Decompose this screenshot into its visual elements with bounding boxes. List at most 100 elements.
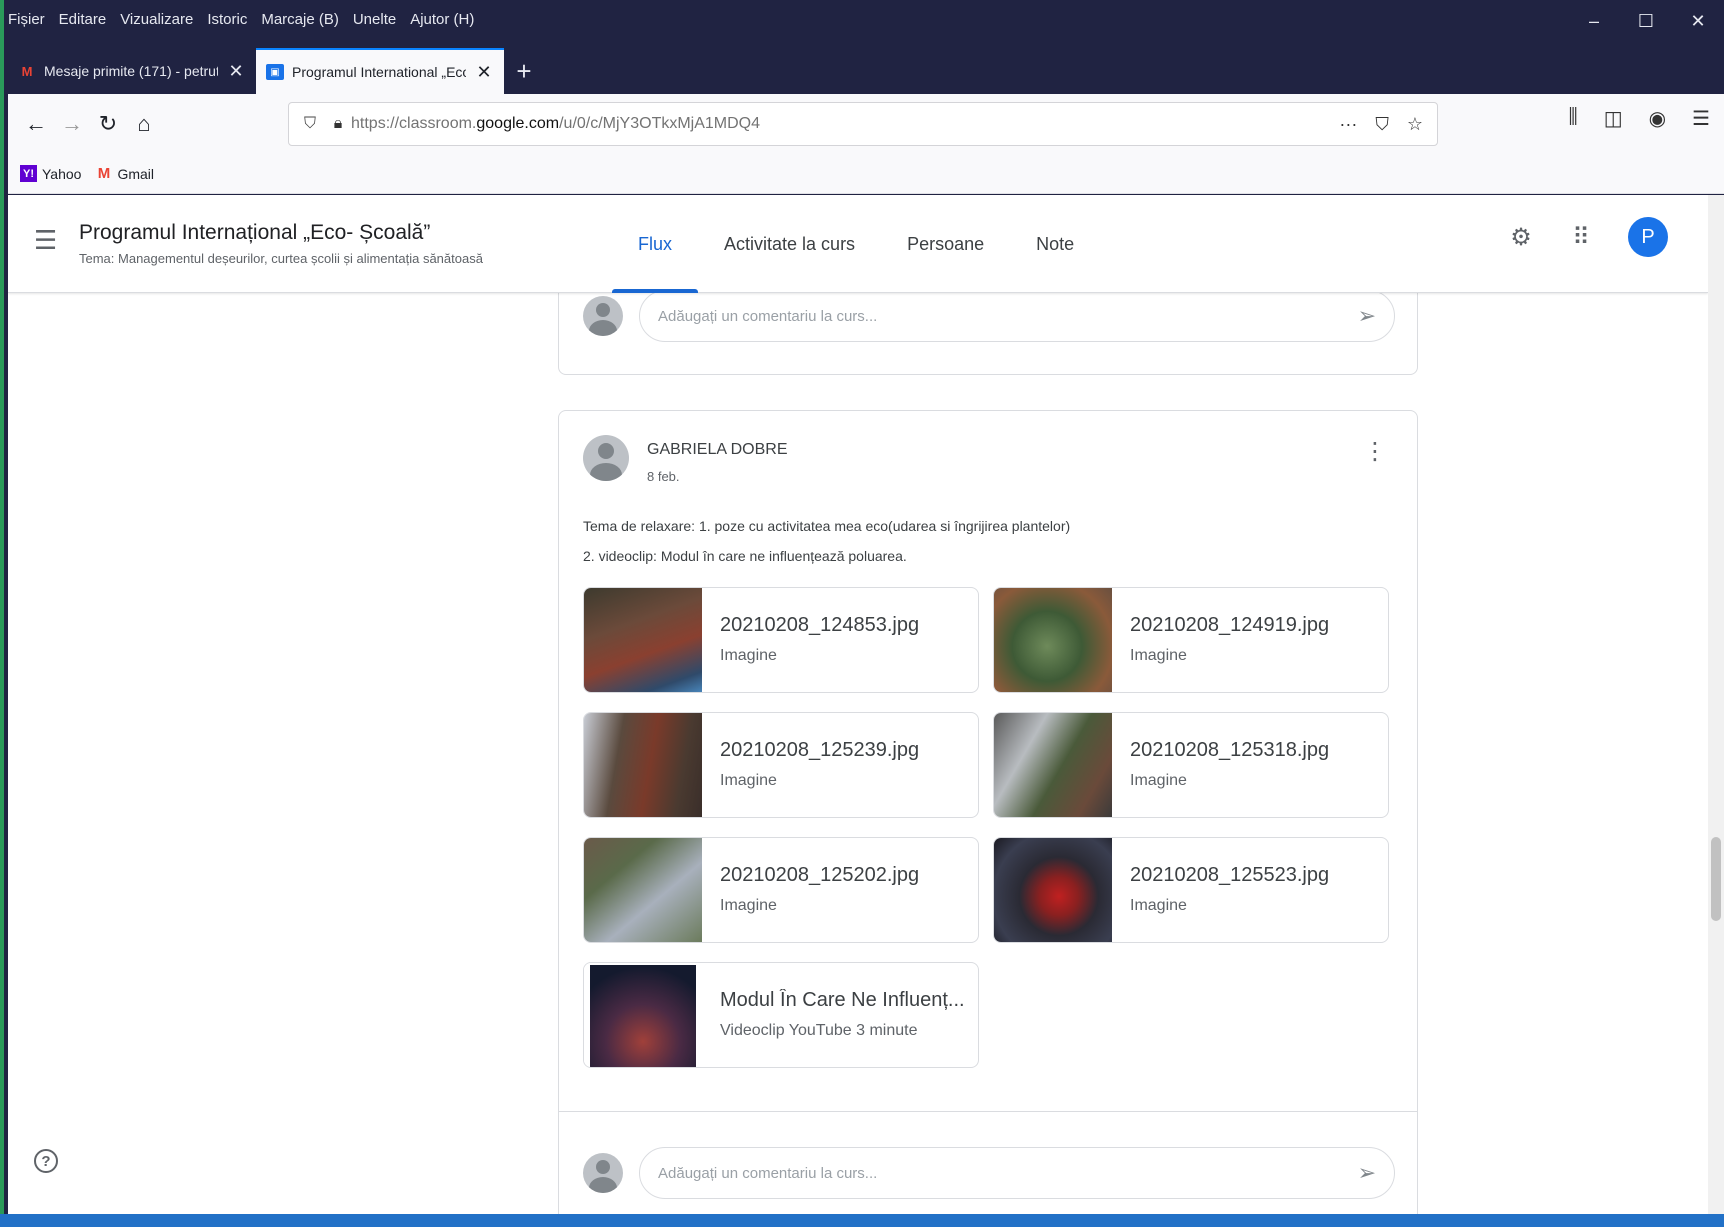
- classroom-icon: ▣: [266, 64, 284, 80]
- pocket-icon[interactable]: ⛉: [1375, 114, 1389, 135]
- menu-icon[interactable]: ☰: [1692, 106, 1710, 131]
- taskbar-edge: [0, 1214, 1724, 1227]
- navigation-toolbar: ← → ↻ ⌂ ⛉ 🔒︎ https://classroom.google.co…: [8, 94, 1724, 154]
- comment-row: Adăugați un comentariu la curs... ➢: [583, 286, 1395, 346]
- attachment-image[interactable]: 20210208_125239.jpg Imagine: [583, 712, 979, 818]
- menu-bookmarks[interactable]: Marcaje (B): [261, 11, 339, 28]
- maximize-button[interactable]: ☐: [1620, 0, 1672, 42]
- image-thumbnail: [994, 588, 1112, 692]
- send-icon[interactable]: ➢: [1358, 303, 1376, 329]
- menu-history[interactable]: Istoric: [207, 11, 247, 28]
- new-tab-button[interactable]: +: [504, 48, 544, 94]
- attachment-image[interactable]: 20210208_125318.jpg Imagine: [993, 712, 1389, 818]
- attachment-type: Imagine: [720, 772, 777, 789]
- tab-classwork[interactable]: Activitate la curs: [698, 195, 881, 293]
- attachment-image[interactable]: 20210208_125523.jpg Imagine: [993, 837, 1389, 943]
- comment-input[interactable]: Adăugați un comentariu la curs... ➢: [639, 290, 1395, 342]
- tab-strip: M Mesaje primite (171) - petruta ✕ ▣ Pro…: [8, 44, 544, 94]
- attachment-type: Imagine: [1130, 647, 1187, 664]
- lock-icon[interactable]: 🔒︎: [325, 115, 351, 133]
- tab-title: Programul International „Eco-: [292, 64, 466, 80]
- attachment-type: Imagine: [1130, 772, 1187, 789]
- bookmarks-bar: Y! Yahoo M Gmail: [8, 154, 1724, 194]
- attachment-image[interactable]: 20210208_124919.jpg Imagine: [993, 587, 1389, 693]
- image-thumbnail: [584, 588, 702, 692]
- hamburger-menu-icon[interactable]: ☰: [34, 225, 57, 256]
- reload-icon[interactable]: ↻: [90, 106, 126, 142]
- post-line: 2. videoclip: Modul în care ne influențe…: [583, 548, 907, 564]
- post-line: Tema de relaxare: 1. poze cu activitatea…: [583, 518, 1071, 534]
- forward-icon[interactable]: →: [54, 106, 90, 142]
- tab-people[interactable]: Persoane: [881, 195, 1010, 293]
- menu-tools[interactable]: Unelte: [353, 11, 396, 28]
- post-date: 8 feb.: [647, 469, 680, 484]
- attachment-name: 20210208_125318.jpg: [1130, 739, 1330, 761]
- attachment-image[interactable]: 20210208_125202.jpg Imagine: [583, 837, 979, 943]
- close-icon[interactable]: ✕: [226, 61, 246, 82]
- send-icon[interactable]: ➢: [1358, 1160, 1376, 1186]
- comment-row: Adăugați un comentariu la curs... ➢: [583, 1143, 1395, 1203]
- scrollbar[interactable]: [1708, 195, 1724, 1214]
- attachment-name: 20210208_125202.jpg: [720, 864, 920, 886]
- page-actions-icon[interactable]: ···: [1339, 114, 1357, 135]
- avatar: [583, 296, 623, 336]
- url-bar[interactable]: ⛉ 🔒︎ https://classroom.google.com/u/0/c/…: [288, 102, 1438, 146]
- post-card: GABRIELA DOBRE 8 feb. ⋮ Tema de relaxare…: [558, 410, 1418, 1214]
- avatar: [583, 1153, 623, 1193]
- attachment-type: Imagine: [720, 647, 777, 664]
- scrollbar-thumb[interactable]: [1711, 837, 1721, 921]
- library-icon[interactable]: ⫼: [1569, 106, 1578, 131]
- settings-gear-icon[interactable]: ⚙: [1508, 223, 1534, 252]
- close-window-button[interactable]: ✕: [1672, 0, 1724, 42]
- image-thumbnail: [584, 838, 702, 942]
- attachment-name: 20210208_124919.jpg: [1130, 614, 1330, 636]
- class-title[interactable]: Programul Internațional „Eco- Școală”: [79, 221, 430, 245]
- tab-stream[interactable]: Flux: [612, 195, 699, 293]
- yahoo-icon: Y!: [20, 165, 37, 182]
- attachment-type: Videoclip YouTube 3 minute: [720, 1022, 918, 1039]
- menu-view[interactable]: Vizualizare: [120, 11, 193, 28]
- image-thumbnail: [994, 838, 1112, 942]
- attachment-video[interactable]: Modul În Care Ne Influenț... Videoclip Yo…: [583, 962, 979, 1068]
- tab-gmail[interactable]: M Mesaje primite (171) - petruta ✕: [8, 48, 256, 94]
- desktop-edge: [0, 0, 4, 1227]
- menu-bar: Fișier Editare Vizualizare Istoric Marca…: [8, 0, 474, 38]
- minimize-button[interactable]: –: [1568, 0, 1620, 42]
- window-controls: – ☐ ✕: [1568, 0, 1724, 42]
- gmail-icon: M: [21, 63, 33, 79]
- apps-grid-icon[interactable]: ⠿: [1568, 223, 1594, 252]
- attachment-name: 20210208_124853.jpg: [720, 614, 920, 636]
- image-thumbnail: [994, 713, 1112, 817]
- gmail-icon: M: [97, 165, 111, 182]
- menu-file[interactable]: Fișier: [8, 11, 45, 28]
- bookmark-gmail[interactable]: M Gmail: [95, 165, 154, 182]
- url-text[interactable]: https://classroom.google.com/u/0/c/MjY3O…: [351, 115, 1339, 133]
- close-icon[interactable]: ✕: [474, 62, 494, 83]
- comment-placeholder: Adăugați un comentariu la curs...: [658, 1164, 878, 1182]
- menu-help[interactable]: Ajutor (H): [410, 11, 474, 28]
- sidebar-icon[interactable]: ◫: [1604, 106, 1623, 131]
- shield-icon[interactable]: ⛉: [295, 115, 325, 133]
- avatar[interactable]: P: [1628, 217, 1668, 257]
- bookmark-yahoo[interactable]: Y! Yahoo: [20, 165, 81, 182]
- post-text: Tema de relaxare: 1. poze cu activitatea…: [583, 511, 1070, 571]
- bookmark-star-icon[interactable]: ☆: [1407, 114, 1423, 135]
- bookmark-label: Yahoo: [42, 165, 82, 182]
- comment-input[interactable]: Adăugați un comentariu la curs... ➢: [639, 1147, 1395, 1199]
- more-options-icon[interactable]: ⋮: [1363, 440, 1387, 464]
- home-icon[interactable]: ⌂: [126, 106, 162, 142]
- comment-placeholder: Adăugați un comentariu la curs...: [658, 307, 878, 325]
- tab-title: Mesaje primite (171) - petruta: [44, 63, 218, 79]
- tab-grades[interactable]: Note: [1010, 195, 1100, 293]
- attachment-image[interactable]: 20210208_124853.jpg Imagine: [583, 587, 979, 693]
- post-author: GABRIELA DOBRE: [647, 441, 788, 458]
- classroom-header: ☰ Programul Internațional „Eco- Școală” …: [8, 195, 1708, 293]
- account-icon[interactable]: ◉: [1649, 106, 1666, 131]
- back-icon[interactable]: ←: [18, 106, 54, 142]
- classroom-tabs: Flux Activitate la curs Persoane Note: [612, 195, 1100, 293]
- menu-edit[interactable]: Editare: [59, 11, 107, 28]
- tab-classroom[interactable]: ▣ Programul International „Eco- ✕: [256, 48, 504, 94]
- attachment-name: 20210208_125239.jpg: [720, 739, 920, 761]
- help-icon[interactable]: ?: [34, 1149, 58, 1173]
- divider: [559, 1111, 1417, 1112]
